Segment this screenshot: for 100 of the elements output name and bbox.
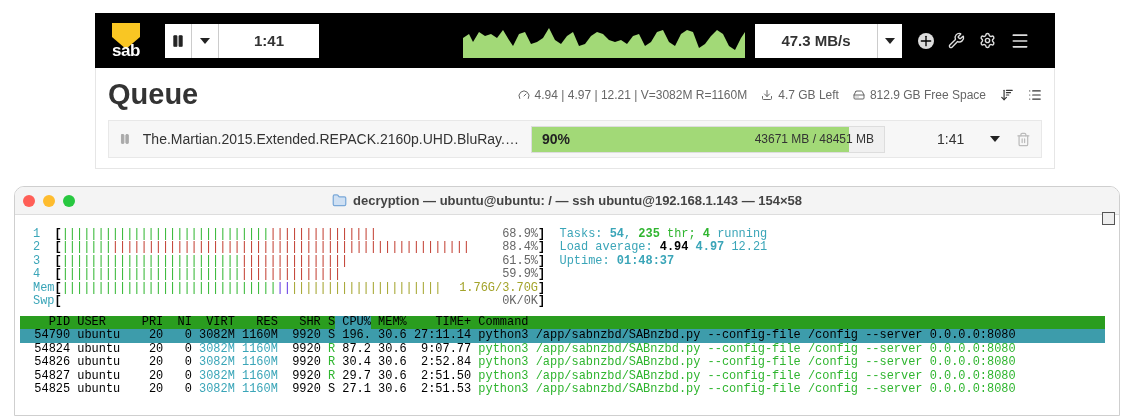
stat-text: 4.7 GB Left [761,87,839,102]
window-title: decryption — ubuntu@ubuntu: / — ssh ubuntu@192.168.1.143 — 154×58 [353,193,802,208]
table-cell-text: S [326,383,336,397]
column-header[interactable]: MEM% [370,316,407,330]
meter-ticks: || [276,281,291,296]
meter-label: 4 [33,268,42,282]
table-cell-text: ubuntu [76,342,122,356]
column-header[interactable]: PID [20,316,71,330]
bracket-text: ] [538,295,546,309]
stat-text: 812.9 GB Free Space [852,87,986,102]
table-cell-text: 1160M [241,369,278,383]
table-cell-text: 0 [183,342,192,356]
add-icon[interactable] [918,32,934,49]
bracket-text: ] [538,241,546,255]
table-cell-text: R [326,369,336,383]
table-cell-text: 0 [183,383,192,397]
item-name: The.Martian.2015.Extended.REPACK.2160p.UHD.BluRay.… [142,131,519,147]
table-cell-text: 2:51.50 [420,369,472,383]
bracket-text: [ [54,228,62,241]
table-cell-text: 54827 [33,369,71,383]
column-header[interactable]: SHR [277,316,321,330]
process-row[interactable]: 54825 ubuntu 20 0 3082M 1160M 9920 S 27.1 30.6 2:51.53 python3 /app/sabnzbd/SABnzbd.py --config-file /config --server 0.0.0.0:8080 [20,383,1105,397]
list-icon[interactable] [1028,87,1042,102]
table-cell-text: 1160M [241,383,278,397]
bracket-text: [ [54,268,62,282]
progress-percent: 90% [541,131,571,147]
caret-icon [885,37,895,44]
meter-label: 3 [33,254,42,268]
table-cell-text: 27:11.14 [412,329,472,343]
bracket-text: [ [54,254,62,268]
table-cell-text: 1160M [241,329,278,343]
wrench-icon[interactable] [948,32,965,49]
summary-line: Load average: 4.94 4.97 12.21 [559,241,768,255]
table-cell-text: 9920 [291,369,321,383]
column-header[interactable]: TIME+ [406,316,472,330]
meter-ticks: ||||||||||||||| [269,228,377,241]
column-header[interactable]: Command [471,316,1105,330]
caret-icon[interactable] [990,136,1001,142]
bracket-text: [ [54,241,62,255]
table-cell-text: 9920 [291,342,321,356]
table-cell-text: python3 /app/sabnzbd/SABnzbd.py --config-file /config --server 0.0.0.0:8080 [477,369,1017,383]
table-cell-text: 0 [183,329,192,343]
caret-icon [200,37,210,44]
table-cell-text: 9920 [291,329,321,343]
table-cell-text: 29.7 [341,369,371,383]
table-cell-text: 30.6 [377,356,407,370]
meter-reading: 88.4% [502,241,538,255]
sort-icon[interactable] [1000,87,1014,102]
process-row[interactable]: 54790 ubuntu 20 0 3082M 1160M 9920 S 196. 30.6 27:11.14 python3 /app/sabnzbd/SABnzbd.py --config-file /config --server 0.0.0.0:8080 [20,329,1105,343]
queue-title: Queue [108,78,200,111]
column-header[interactable]: CPU% [335,316,371,330]
summary-line: Uptime: 01:48:37 [559,254,676,269]
table-cell-text: 20 [147,342,164,356]
bracket-text: ] [538,268,546,282]
column-header[interactable]: S [320,316,336,330]
column-header[interactable]: NI [163,316,192,330]
table-cell-text: python3 /app/sabnzbd/SABnzbd.py --config-file /config --server 0.0.0.0:8080 [477,342,1017,356]
meter-ticks: ||||||||||||||| [240,254,349,268]
meter-ticks: ||||||||||||||||||||||||||||| [61,228,270,241]
table-cell-text: 87.2 [341,342,371,356]
table-cell-text: 54824 [33,342,71,356]
table-cell-text: python3 /app/sabnzbd/SABnzbd.py --config-file /config --server 0.0.0.0:8080 [477,329,1017,343]
meter-label: Swp [33,295,55,309]
table-cell-text: 2:52.84 [420,356,472,370]
table-cell-text: 1160M [241,342,278,356]
table-cell-text: 196. [341,329,371,343]
close-icon[interactable] [23,194,35,207]
table-cell-text: 0 [183,369,192,383]
scroll-icon[interactable] [1102,212,1115,225]
table-cell-text: 30.6 [377,369,407,383]
table-cell-text: 20 [147,383,164,397]
column-header[interactable]: VIRT [191,316,235,330]
table-cell-text: python3 /app/sabnzbd/SABnzbd.py --config-file /config --server 0.0.0.0:8080 [477,356,1017,370]
table-cell-text: S [326,329,336,343]
meter-reading: 1.76G/3.70G [459,281,538,295]
table-cell-text: 3082M [198,329,235,343]
meter-ticks: ||||||||||||||||||||| [290,281,442,296]
column-header[interactable]: USER [70,316,142,330]
table-cell-text: 30.6 [377,329,407,343]
column-header[interactable]: PRI [141,316,164,330]
pause-button[interactable] [165,23,191,58]
table-cell-text: 1160M [241,356,278,370]
table-cell-text: 3082M [198,342,235,356]
process-row[interactable]: 54827 ubuntu 20 0 3082M 1160M 9920 R 29.7 30.6 2:51.50 python3 /app/sabnzbd/SABnzbd.py --config-file /config --server 0.0.0.0:8080 [20,369,1105,384]
process-row[interactable]: 54826 ubuntu 20 0 3082M 1160M 9920 R 30.4 30.6 2:52.84 python3 /app/sabnzbd/SABnzbd.py --config-file /config --server 0.0.0.0:8080 [20,356,1105,370]
settings-icon[interactable] [979,32,996,49]
drive-icon [852,88,865,101]
table-cell-text: 30.6 [377,342,407,356]
logo-text: sab [112,42,140,59]
dropdown-button[interactable] [878,23,902,58]
dropdown-button[interactable] [192,23,218,58]
column-header[interactable]: RES [234,316,278,330]
table-cell-text: 20 [147,356,164,370]
item-eta: 1:41 [937,131,966,147]
process-row[interactable]: 54824 ubuntu 20 0 3082M 1160M 9920 R 87.2 30.6 9:07.77 python3 /app/sabnzbd/SABnzbd.py --config-file /config --server 0.0.0.0:8080 [20,342,1105,357]
table-cell-text: 3082M [198,383,235,397]
meter-reading: 61.5% [502,254,538,268]
meter-label: 2 [33,241,42,255]
speed-field[interactable]: 47.3 MB/s [755,23,877,58]
bracket-text: [ [54,295,62,309]
